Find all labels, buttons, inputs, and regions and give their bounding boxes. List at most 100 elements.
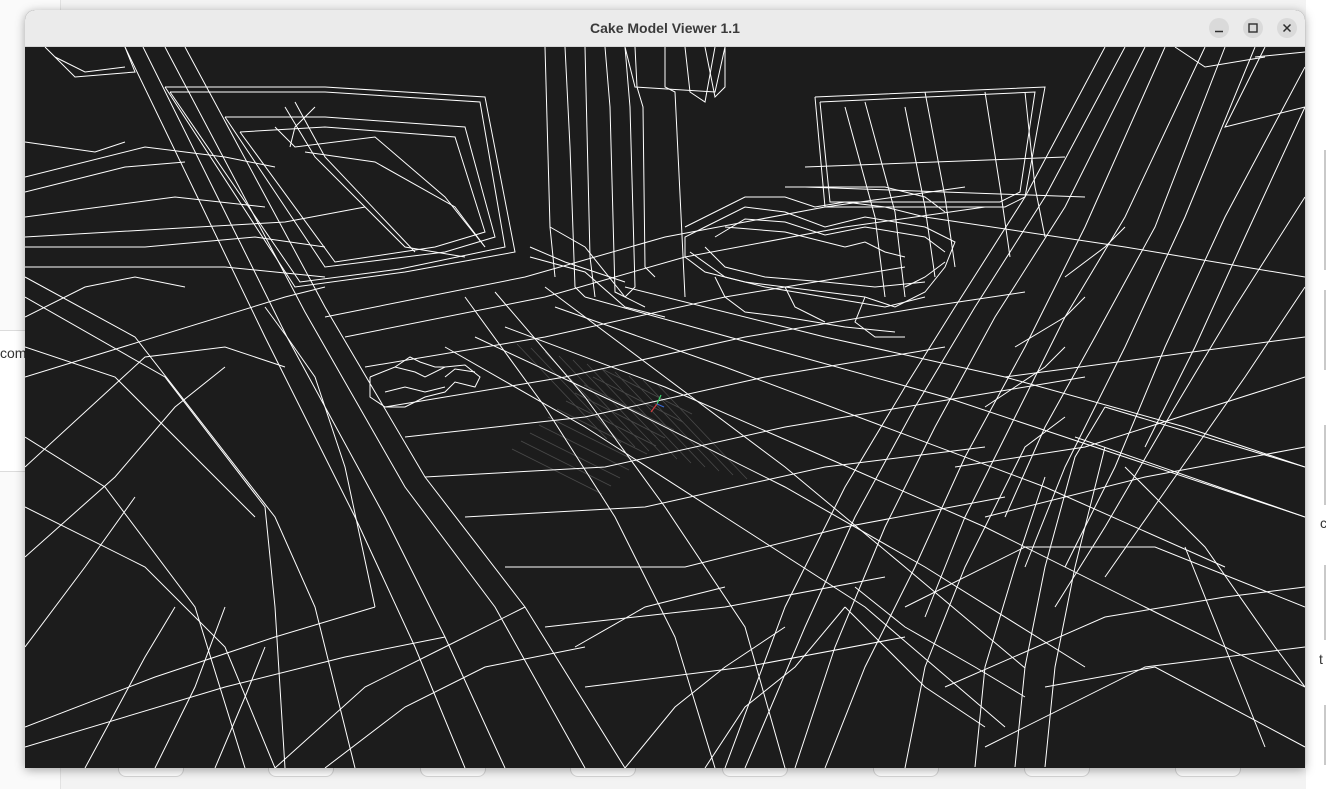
wireframe-edge [25, 496, 136, 648]
wireframe-edge [25, 146, 276, 178]
minimize-icon [1215, 30, 1223, 33]
grid-line [572, 359, 664, 456]
maximize-icon [1248, 23, 1258, 33]
wireframe-edge [44, 47, 136, 78]
wireframe-edge [904, 416, 1066, 768]
wireframe-edge [704, 246, 926, 288]
background-text-fragment: t [1319, 651, 1323, 667]
wireframe-edge [214, 646, 266, 768]
wireframe-edge [505, 496, 1006, 568]
wireframe-edge [25, 606, 376, 728]
wireframe-edge [294, 101, 416, 253]
wireframe-edge [25, 196, 266, 218]
wireframe-edge [554, 306, 1226, 568]
wireframe-edge [684, 206, 956, 308]
x-axis-line [650, 403, 658, 413]
wireframe-edge [984, 646, 1305, 748]
wireframe-edge [1174, 47, 1266, 68]
wireframe-edge [54, 56, 126, 73]
window-title: Cake Model Viewer 1.1 [590, 20, 740, 36]
3d-viewport[interactable] [25, 47, 1305, 768]
wireframe-edge [1224, 47, 1305, 128]
background-window-edge [1306, 0, 1326, 789]
wireframe-edge [84, 606, 176, 768]
wireframe-edge [25, 636, 446, 748]
title-bar[interactable]: Cake Model Viewer 1.1 [25, 10, 1305, 47]
wireframe-edge [25, 286, 326, 378]
wireframe-edge [924, 47, 1206, 618]
wireframe-edge [689, 251, 926, 308]
wireframe-edge [684, 206, 726, 228]
wireframe-edge [494, 291, 786, 768]
wireframe-edge [394, 356, 445, 368]
wireframe-edge [25, 161, 186, 193]
wireframe-edge [794, 47, 1146, 768]
wireframe-edge [474, 336, 1086, 668]
grid-line [516, 343, 608, 440]
wireframe-edge [274, 126, 486, 248]
close-icon [1282, 23, 1292, 33]
wireframe-edge [714, 218, 946, 253]
wireframe-edge [624, 626, 786, 768]
wireframe-edge [984, 91, 1011, 258]
wireframe-edge [25, 346, 256, 518]
wireframe-edge [704, 47, 726, 99]
wireframe-edge [564, 47, 586, 298]
wireframe-edge [304, 151, 486, 248]
wireframe-edge [444, 368, 476, 378]
wireframe-edge [25, 366, 226, 558]
grid-line [601, 368, 693, 415]
wireframe-edge [844, 606, 986, 728]
wireframe-scene[interactable] [25, 47, 1305, 768]
wireframe-edge [804, 156, 1066, 168]
wireframe-edge [1104, 286, 1305, 578]
grid-line [600, 367, 692, 464]
grid-line [520, 440, 612, 487]
background-text-fragment: c [1320, 515, 1326, 531]
wireframe-edge [274, 606, 526, 768]
wireframe-edge [574, 586, 726, 648]
wireframe-edge [25, 236, 326, 248]
grid-line [592, 376, 684, 423]
wireframe-edge [844, 241, 906, 258]
wireframe-edge [1144, 106, 1305, 448]
wireframe-edge [819, 91, 1036, 203]
wireframe-edge [1004, 47, 1226, 518]
wireframe-edge [784, 286, 826, 323]
close-button[interactable] [1277, 18, 1297, 38]
wireframe-edge [154, 606, 226, 768]
wireframe-edge [344, 206, 986, 338]
wireframe-edge [1064, 66, 1305, 568]
wireframe-edge [954, 376, 1305, 468]
wireframe-edge [634, 47, 656, 278]
wireframe-edge [264, 306, 376, 608]
wireframe-edge [1014, 296, 1086, 348]
wireframe-edge [604, 47, 636, 298]
wireframe-edge [584, 636, 906, 688]
maximize-button[interactable] [1243, 18, 1263, 38]
wireframe-edge [544, 47, 556, 278]
wireframe-edge [704, 606, 846, 768]
app-window: Cake Model Viewer 1.1 [25, 10, 1305, 768]
wireframe-edge [289, 106, 316, 148]
wireframe-edge [25, 276, 356, 768]
minimize-button[interactable] [1209, 18, 1229, 38]
wireframe-edge [124, 47, 466, 768]
wireframe-edge [744, 47, 1126, 768]
grid-line [529, 432, 621, 479]
wireframe-edge [169, 91, 506, 283]
wireframe-edge [504, 326, 1305, 688]
grid-line [586, 363, 678, 460]
floor-grid [511, 343, 748, 495]
wireframe-edge [25, 506, 276, 768]
wireframe-edge [25, 266, 326, 278]
wireframe-edge [549, 226, 646, 308]
wireframe-edge [324, 646, 586, 768]
wireframe-edge [1044, 666, 1305, 748]
wireframe-edge [384, 386, 446, 393]
background-text-fragment: com [0, 345, 27, 361]
wireframe-edge [1054, 196, 1305, 608]
wireframe-edge [404, 346, 946, 438]
wireframe-edge [224, 116, 496, 268]
desktop: com c t Cake Model Viewer 1.1 [0, 0, 1326, 789]
